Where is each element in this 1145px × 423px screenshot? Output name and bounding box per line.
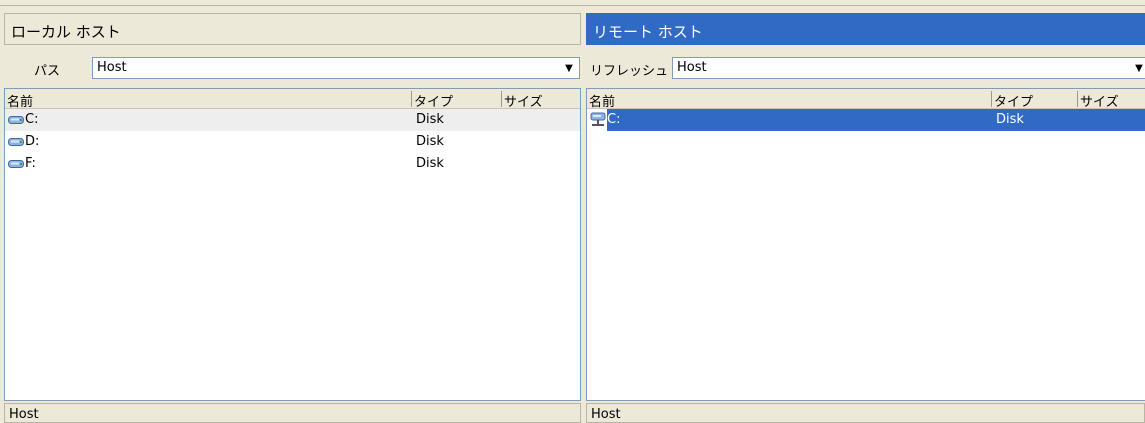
- drive-name: D:: [25, 134, 40, 149]
- selected-row-highlight: C: Disk: [607, 109, 1145, 131]
- local-path-value: Host: [97, 60, 127, 75]
- local-col-type[interactable]: タイプ: [411, 91, 501, 110]
- refresh-label[interactable]: リフレッシュ: [590, 60, 668, 79]
- local-host-title: ローカル ホスト: [4, 13, 581, 45]
- list-item[interactable]: C: Disk: [5, 109, 580, 131]
- remote-path-combobox[interactable]: Host ▼: [672, 57, 1145, 79]
- chevron-down-icon[interactable]: ▼: [561, 60, 577, 77]
- local-col-size[interactable]: サイズ: [501, 91, 580, 110]
- local-path-label: パス: [34, 64, 61, 79]
- drive-type: Disk: [416, 156, 444, 171]
- chevron-down-icon[interactable]: ▼: [1131, 60, 1145, 77]
- remote-file-list[interactable]: 名前 タイプ サイズ C: Disk: [586, 88, 1145, 401]
- local-host-pane: ローカル ホスト パス Host ▼ 名前 タイプ サイズ C: Disk D:…: [4, 8, 581, 423]
- drive-name: F:: [25, 156, 36, 171]
- list-item[interactable]: D: Disk: [5, 131, 580, 153]
- drive-type: Disk: [416, 134, 444, 149]
- top-separator: [0, 0, 1145, 6]
- disk-drive-icon: [8, 160, 24, 168]
- remote-col-name[interactable]: 名前: [587, 91, 991, 110]
- drive-type: Disk: [996, 112, 1024, 127]
- remote-path-value: Host: [677, 60, 707, 75]
- remote-status-bar: Host: [586, 403, 1145, 423]
- local-path-combobox[interactable]: Host ▼: [92, 57, 580, 79]
- drive-name: C:: [25, 112, 39, 127]
- drive-type: Disk: [416, 112, 444, 127]
- remote-path-row: リフレッシュ Host ▼: [586, 56, 1145, 80]
- remote-col-size[interactable]: サイズ: [1077, 91, 1145, 110]
- remote-list-header: 名前 タイプ サイズ: [587, 89, 1145, 110]
- remote-host-pane: リモート ホスト リフレッシュ Host ▼ 名前 タイプ サイズ C: Dis…: [586, 8, 1145, 423]
- local-path-row: パス Host ▼: [4, 56, 581, 80]
- disk-drive-icon: [8, 116, 24, 124]
- local-col-name[interactable]: 名前: [5, 91, 411, 110]
- local-list-header: 名前 タイプ サイズ: [5, 89, 580, 110]
- disk-drive-icon: [8, 138, 24, 146]
- drive-name: C:: [607, 112, 621, 127]
- list-item[interactable]: C: Disk: [587, 109, 1145, 131]
- remote-host-title: リモート ホスト: [586, 13, 1145, 45]
- network-drive-icon: [590, 112, 606, 126]
- remote-col-type[interactable]: タイプ: [991, 91, 1077, 110]
- list-item[interactable]: F: Disk: [5, 153, 580, 175]
- local-status-bar: Host: [4, 403, 581, 423]
- local-file-list[interactable]: 名前 タイプ サイズ C: Disk D: Disk F: Disk: [4, 88, 581, 401]
